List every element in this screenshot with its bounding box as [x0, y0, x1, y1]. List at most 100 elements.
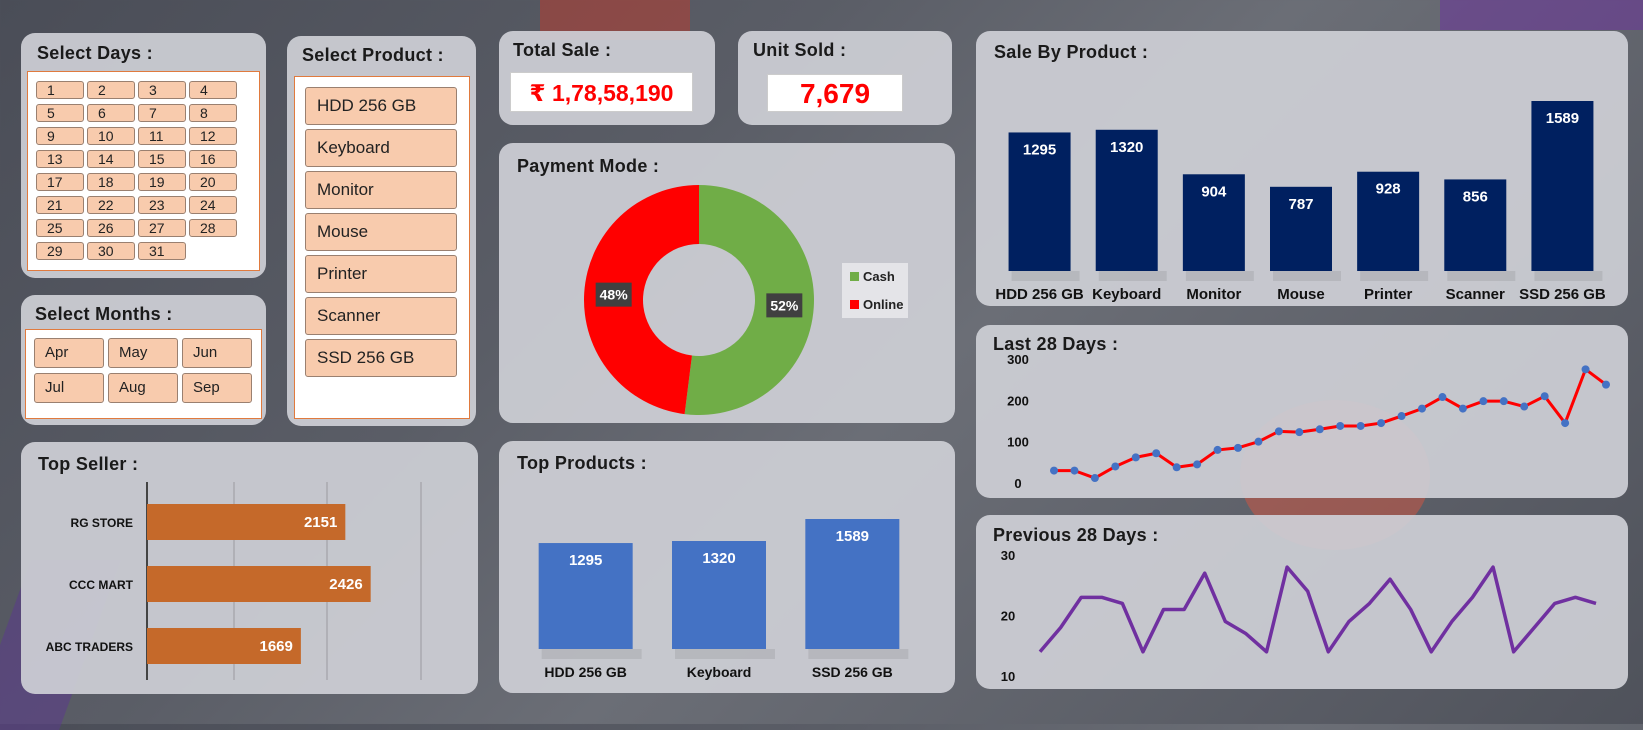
day-button[interactable]: 23 — [138, 196, 186, 214]
day-button[interactable]: 17 — [36, 173, 84, 191]
day-button[interactable]: 4 — [189, 81, 237, 99]
month-button[interactable]: Sep — [182, 373, 252, 403]
donut-data-label: 52% — [770, 297, 799, 313]
top-products-chart: 1295 HDD 256 GB 1320 Keyboard 1589 SSD 256 GB — [538, 519, 909, 680]
data-point — [1561, 419, 1570, 428]
day-button[interactable]: 11 — [138, 127, 186, 145]
bar-category-label: CCC MART — [69, 578, 134, 592]
data-point — [1090, 474, 1099, 483]
day-button[interactable]: 24 — [189, 196, 237, 214]
bar-category-label: ABC TRADERS — [46, 640, 133, 654]
data-point — [1520, 402, 1529, 411]
day-button[interactable]: 16 — [189, 150, 237, 168]
data-point — [1479, 397, 1488, 406]
month-button[interactable]: Aug — [108, 373, 178, 403]
product-button[interactable]: SSD 256 GB — [305, 339, 457, 377]
select-months-panel: Select Months : Apr May Jun Jul Aug Sep — [21, 295, 266, 425]
legend-swatch-online — [850, 300, 859, 309]
day-button[interactable]: 19 — [138, 173, 186, 191]
day-button[interactable]: 9 — [36, 127, 84, 145]
day-button[interactable]: 1 — [36, 81, 84, 99]
y-tick-label: 300 — [1007, 352, 1029, 367]
day-button[interactable]: 18 — [87, 173, 135, 191]
day-button[interactable]: 6 — [87, 104, 135, 122]
y-tick-label: 20 — [1001, 609, 1015, 624]
unit-sold-panel: Unit Sold : 7,679 — [738, 31, 952, 125]
products-slicer: HDD 256 GB Keyboard Monitor Mouse Printer Sca… — [294, 76, 470, 419]
data-point — [1315, 425, 1324, 434]
total-sale-value: ₹ 1,78,58,190 — [510, 72, 693, 112]
previous-28-days-chart: 10 20 30 — [1001, 548, 1597, 684]
month-button[interactable]: Jul — [34, 373, 104, 403]
top-seller-panel: Top Seller : 2151 RG STORE 2426 CCC MART 166… — [21, 442, 478, 694]
day-button[interactable]: 8 — [189, 104, 237, 122]
data-point — [1356, 421, 1365, 430]
day-button[interactable]: 2 — [87, 81, 135, 99]
day-button[interactable]: 22 — [87, 196, 135, 214]
month-button[interactable]: Apr — [34, 338, 104, 368]
data-point — [1499, 397, 1508, 406]
bar-value-label: 1589 — [836, 528, 869, 545]
sale-by-product-chart: 1295 HDD 256 GB 1320 Keyboard 904 Monitor 787 M… — [995, 101, 1606, 303]
product-button[interactable]: Monitor — [305, 171, 457, 209]
data-point — [1131, 453, 1140, 462]
bar-shadow — [1534, 271, 1603, 281]
bar-value-label: 904 — [1201, 183, 1227, 200]
day-button[interactable]: 31 — [138, 242, 186, 260]
y-tick-label: 100 — [1007, 435, 1029, 450]
bar-value-label: 2151 — [304, 514, 337, 531]
data-point — [1234, 443, 1242, 452]
day-button[interactable]: 3 — [138, 81, 186, 99]
bar-value-label: 928 — [1376, 181, 1401, 198]
bar-value-label: 1320 — [1110, 139, 1143, 156]
bar-value-label: 1669 — [260, 638, 293, 655]
product-button[interactable]: Keyboard — [305, 129, 457, 167]
bar-category-label: HDD 256 GB — [995, 286, 1084, 303]
data-point — [1050, 466, 1058, 475]
day-button[interactable]: 26 — [87, 219, 135, 237]
bar-value-label: 856 — [1463, 188, 1488, 205]
bar-shadow — [675, 649, 775, 659]
bar-value-label: 2426 — [329, 576, 362, 593]
bar-shadow — [1011, 271, 1080, 281]
select-product-title: Select Product : — [302, 45, 444, 65]
months-slicer: Apr May Jun Jul Aug Sep — [25, 329, 262, 419]
day-button[interactable]: 20 — [189, 173, 237, 191]
bar-value-label: 1295 — [569, 552, 602, 569]
day-button[interactable]: 10 — [87, 127, 135, 145]
bar-shadow — [1273, 271, 1341, 281]
day-button[interactable]: 14 — [87, 150, 135, 168]
product-button[interactable]: Printer — [305, 255, 457, 293]
day-button[interactable]: 30 — [87, 242, 135, 260]
product-button[interactable]: Mouse — [305, 213, 457, 251]
data-point — [1602, 380, 1610, 389]
bar-category-label: Mouse — [1277, 286, 1325, 303]
month-button[interactable]: Jun — [182, 338, 252, 368]
day-button[interactable]: 25 — [36, 219, 84, 237]
day-button[interactable]: 13 — [36, 150, 84, 168]
payment-mode-panel: Payment Mode : 52% 48% Cash Online — [499, 143, 955, 423]
day-button[interactable]: 15 — [138, 150, 186, 168]
day-button[interactable]: 28 — [189, 219, 237, 237]
day-button[interactable]: 12 — [189, 127, 237, 145]
series-line — [1054, 367, 1607, 480]
data-point — [1254, 437, 1263, 446]
day-button[interactable]: 27 — [138, 219, 186, 237]
bar-shadow — [1185, 271, 1254, 281]
product-button[interactable]: Scanner — [305, 297, 457, 335]
day-button[interactable]: 7 — [138, 104, 186, 122]
select-product-panel: Select Product : HDD 256 GB Keyboard Monit… — [287, 36, 476, 426]
day-button[interactable]: 21 — [36, 196, 84, 214]
data-point — [1070, 466, 1079, 475]
day-button[interactable]: 29 — [36, 242, 84, 260]
day-button[interactable]: 5 — [36, 104, 84, 122]
bar-category-label: HDD 256 GB — [544, 664, 626, 680]
product-button[interactable]: HDD 256 GB — [305, 87, 457, 125]
bar-category-label: Monitor — [1186, 286, 1241, 303]
bar-value-label: 787 — [1288, 196, 1313, 213]
last-28-days-chart: 0 100 200 300 — [1007, 352, 1610, 491]
legend-swatch-cash — [850, 272, 859, 281]
month-button[interactable]: May — [108, 338, 178, 368]
data-point — [1152, 449, 1161, 458]
data-point — [1397, 412, 1406, 421]
